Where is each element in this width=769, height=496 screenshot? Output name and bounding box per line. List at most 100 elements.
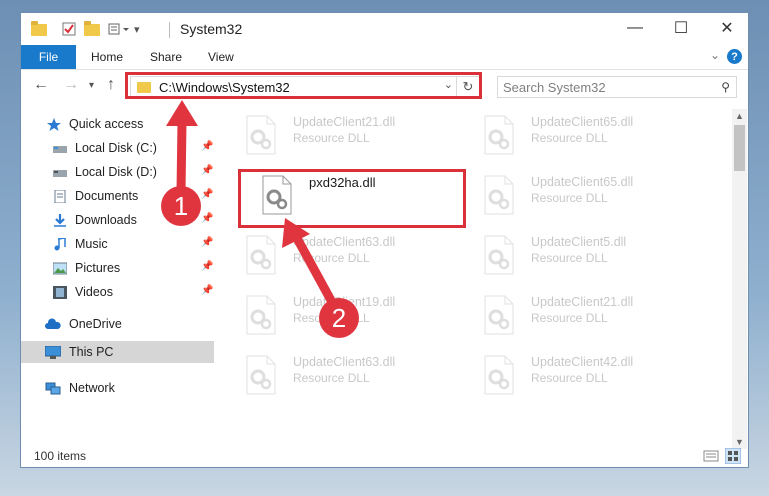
documents-icon [54, 189, 66, 203]
sidebar-item-network[interactable]: Network [45, 377, 115, 399]
pin-icon[interactable]: 📌 [201, 285, 213, 296]
status-bar: 100 items [21, 445, 748, 467]
list-item[interactable]: UpdateClient21.dll Resource DLL [483, 293, 703, 341]
sidebar-item-local-disk-d[interactable]: Local Disk (D:) [53, 161, 157, 183]
sidebar-item-label: Pictures [75, 261, 121, 275]
address-path: C:\Windows\System32 [159, 79, 290, 95]
pictures-icon [53, 262, 67, 274]
pin-icon[interactable]: 📌 [201, 261, 213, 272]
address-folder-icon [137, 82, 151, 93]
sidebar-item-documents[interactable]: Documents [53, 185, 138, 207]
navigation-pane: Quick access Local Disk (C:) Local Disk … [21, 109, 215, 449]
tab-file[interactable]: File [21, 45, 76, 69]
pin-icon[interactable]: 📌 [201, 141, 213, 152]
search-placeholder: Search System32 [503, 79, 606, 95]
navigation-bar: ← → ▾ ↑ C:\Windows\System32 ⌄ ↻ Search S… [21, 70, 748, 102]
sidebar-item-onedrive[interactable]: OneDrive [45, 313, 122, 335]
list-item[interactable]: UpdateClient19.dll Resource DLL [245, 293, 465, 341]
customize-toolbar-icon[interactable] [108, 19, 134, 39]
list-item[interactable]: UpdateClient21.dll Resource DLL [245, 113, 465, 161]
pin-icon[interactable]: 📌 [201, 165, 213, 176]
sidebar-item-label: Downloads [75, 213, 137, 227]
help-icon[interactable]: ? [727, 49, 742, 64]
dll-file-icon [246, 355, 276, 395]
dll-file-icon [484, 175, 514, 215]
up-arrow-icon[interactable]: ↑ [107, 76, 115, 94]
music-icon [54, 237, 66, 250]
file-type: Resource DLL [531, 131, 608, 145]
tab-share[interactable]: Share [150, 45, 182, 69]
file-type: Resource DLL [293, 311, 370, 325]
sidebar-item-local-disk-c[interactable]: Local Disk (C:) [53, 137, 157, 159]
dll-file-icon [246, 235, 276, 275]
sidebar-item-downloads[interactable]: Downloads [53, 209, 137, 231]
sidebar-item-label: Local Disk (D:) [75, 165, 157, 179]
file-type: Resource DLL [531, 191, 608, 205]
vertical-scrollbar[interactable]: ▲ ▼ [732, 109, 747, 449]
list-item[interactable]: UpdateClient42.dll Resource DLL [483, 353, 703, 401]
pin-icon[interactable]: 📌 [201, 237, 213, 248]
list-item[interactable]: UpdateClient65.dll Resource DLL [483, 113, 703, 161]
expand-ribbon-icon[interactable]: ⌄ [710, 48, 720, 62]
tab-home[interactable]: Home [91, 45, 123, 69]
file-type: Resource DLL [293, 371, 370, 385]
close-button[interactable]: ✕ [704, 13, 750, 43]
drive-icon [53, 169, 67, 177]
list-item[interactable]: UpdateClient63.dll Resource DLL [245, 353, 465, 401]
new-folder-icon[interactable] [84, 19, 100, 39]
list-item[interactable]: UpdateClient63.dll Resource DLL [245, 233, 465, 281]
pin-icon[interactable]: 📌 [201, 189, 213, 200]
minimize-button[interactable]: — [612, 13, 658, 43]
list-item[interactable]: UpdateClient5.dll Resource DLL [483, 233, 703, 281]
quick-access-dropdown-icon[interactable]: ▾ [134, 19, 140, 39]
dll-file-icon [484, 115, 514, 155]
back-arrow-icon[interactable]: ← [33, 76, 49, 94]
drive-icon [53, 145, 67, 153]
recent-locations-icon[interactable]: ▾ [89, 80, 94, 91]
file-name: pxd32ha.dll [309, 175, 376, 190]
file-type: Resource DLL [293, 251, 370, 265]
dll-file-icon [262, 175, 292, 215]
sidebar-item-label: OneDrive [69, 317, 122, 331]
sidebar-item-label: Network [69, 381, 115, 395]
forward-arrow-icon[interactable]: → [63, 76, 79, 94]
file-name: UpdateClient42.dll [531, 355, 634, 369]
sidebar-item-music[interactable]: Music [53, 233, 108, 255]
list-item[interactable]: UpdateClient65.dll Resource DLL [483, 173, 703, 221]
dll-file-icon [246, 295, 276, 335]
list-item-highlighted[interactable]: pxd32ha.dll [261, 173, 481, 221]
window-title: System32 [180, 21, 243, 37]
sidebar-item-label: This PC [69, 345, 114, 359]
scroll-thumb[interactable] [734, 125, 745, 171]
maximize-button[interactable]: ☐ [658, 13, 704, 43]
address-bar[interactable]: C:\Windows\System32 ⌄ ↻ [130, 76, 480, 98]
file-name: UpdateClient65.dll [531, 175, 634, 189]
tab-view[interactable]: View [208, 45, 234, 69]
file-list: UpdateClient21.dll Resource DLL UpdateCl… [231, 109, 731, 449]
pin-icon[interactable]: 📌 [201, 213, 213, 224]
sidebar-item-pictures[interactable]: Pictures [53, 257, 120, 279]
title-bar: ▾ System32 — ☐ ✕ [21, 13, 748, 45]
dll-file-icon [484, 235, 514, 275]
ribbon-tabs: File Home Share View ⌄ ? [21, 45, 748, 70]
scroll-up-icon[interactable]: ▲ [735, 111, 744, 121]
address-dropdown-icon[interactable]: ⌄ [444, 78, 453, 91]
dll-file-icon [484, 355, 514, 395]
sidebar-item-quick-access[interactable]: Quick access [47, 113, 143, 135]
explorer-window: ▾ System32 — ☐ ✕ File Home Share View ⌄ … [20, 12, 749, 468]
search-input[interactable]: Search System32 ⚲ [497, 76, 737, 98]
properties-icon[interactable] [61, 19, 77, 39]
sidebar-item-videos[interactable]: Videos [53, 281, 113, 303]
folder-icon [31, 19, 47, 39]
refresh-icon[interactable]: ↻ [456, 77, 479, 97]
file-type: Resource DLL [531, 371, 608, 385]
download-icon [54, 213, 66, 227]
sidebar-item-label: Quick access [69, 117, 144, 131]
sidebar-item-label: Videos [75, 285, 113, 299]
details-view-icon[interactable] [703, 448, 719, 464]
file-name: UpdateClient63.dll [293, 235, 396, 249]
item-count: 100 items [34, 449, 87, 463]
large-icons-view-icon[interactable] [725, 448, 741, 464]
sidebar-item-this-pc[interactable]: This PC [45, 341, 113, 363]
file-name: UpdateClient19.dll [293, 295, 396, 309]
